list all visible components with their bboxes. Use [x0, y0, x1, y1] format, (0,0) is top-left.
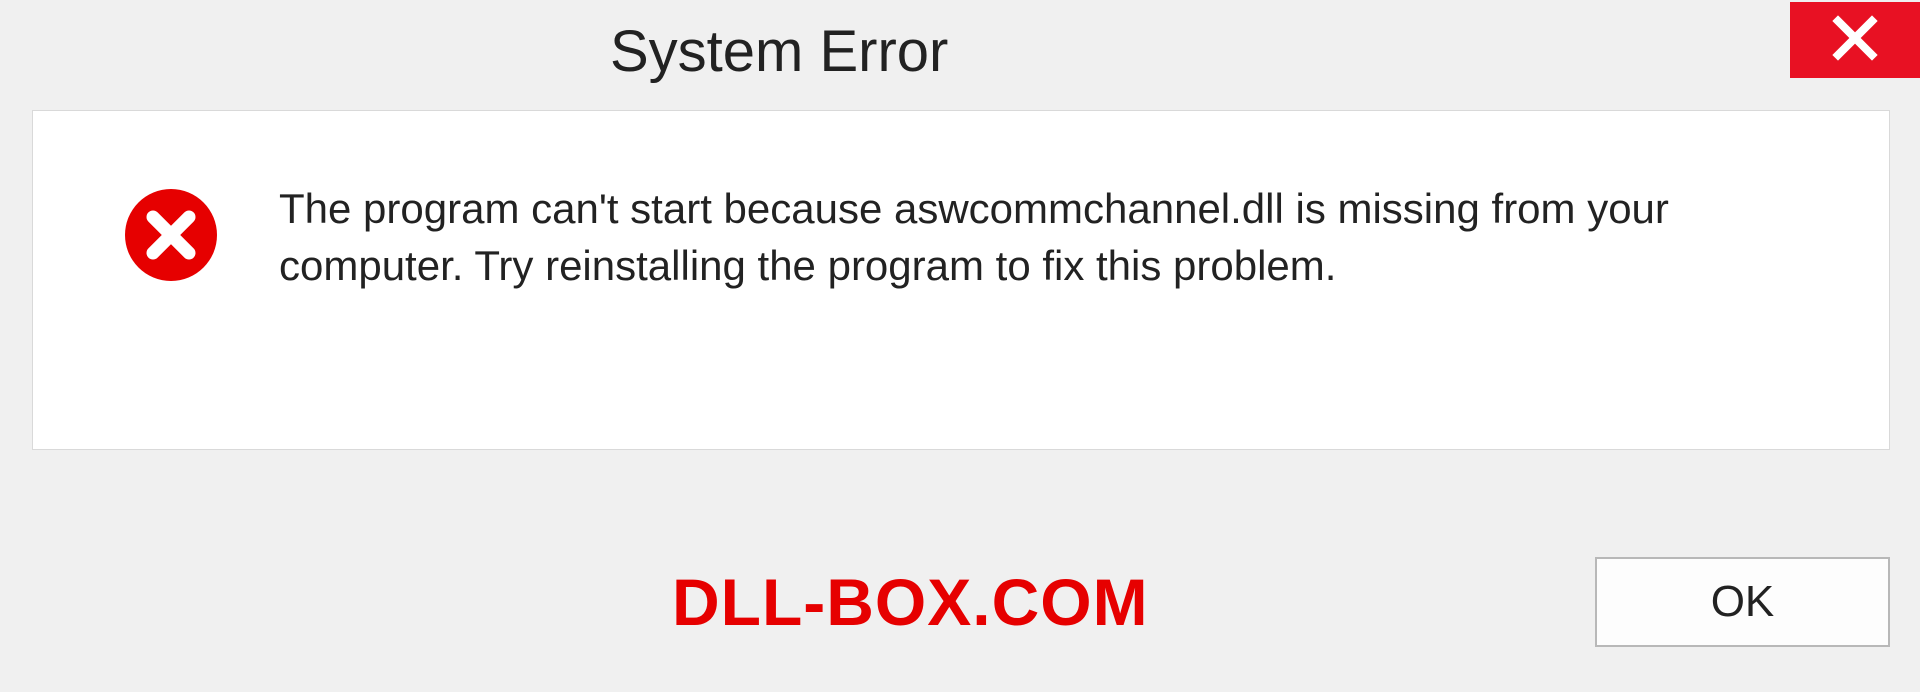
- dialog-footer: DLL-BOX.COM OK: [32, 542, 1890, 662]
- ok-button[interactable]: OK: [1595, 557, 1890, 647]
- error-message: The program can't start because aswcommc…: [279, 181, 1829, 294]
- close-icon: [1832, 15, 1878, 66]
- message-panel: The program can't start because aswcommc…: [32, 110, 1890, 450]
- watermark-text: DLL-BOX.COM: [672, 564, 1149, 640]
- error-icon: [123, 187, 219, 283]
- close-button[interactable]: [1790, 2, 1920, 78]
- titlebar: System Error: [0, 0, 1920, 100]
- ok-button-label: OK: [1711, 577, 1775, 627]
- dialog-title: System Error: [610, 18, 948, 85]
